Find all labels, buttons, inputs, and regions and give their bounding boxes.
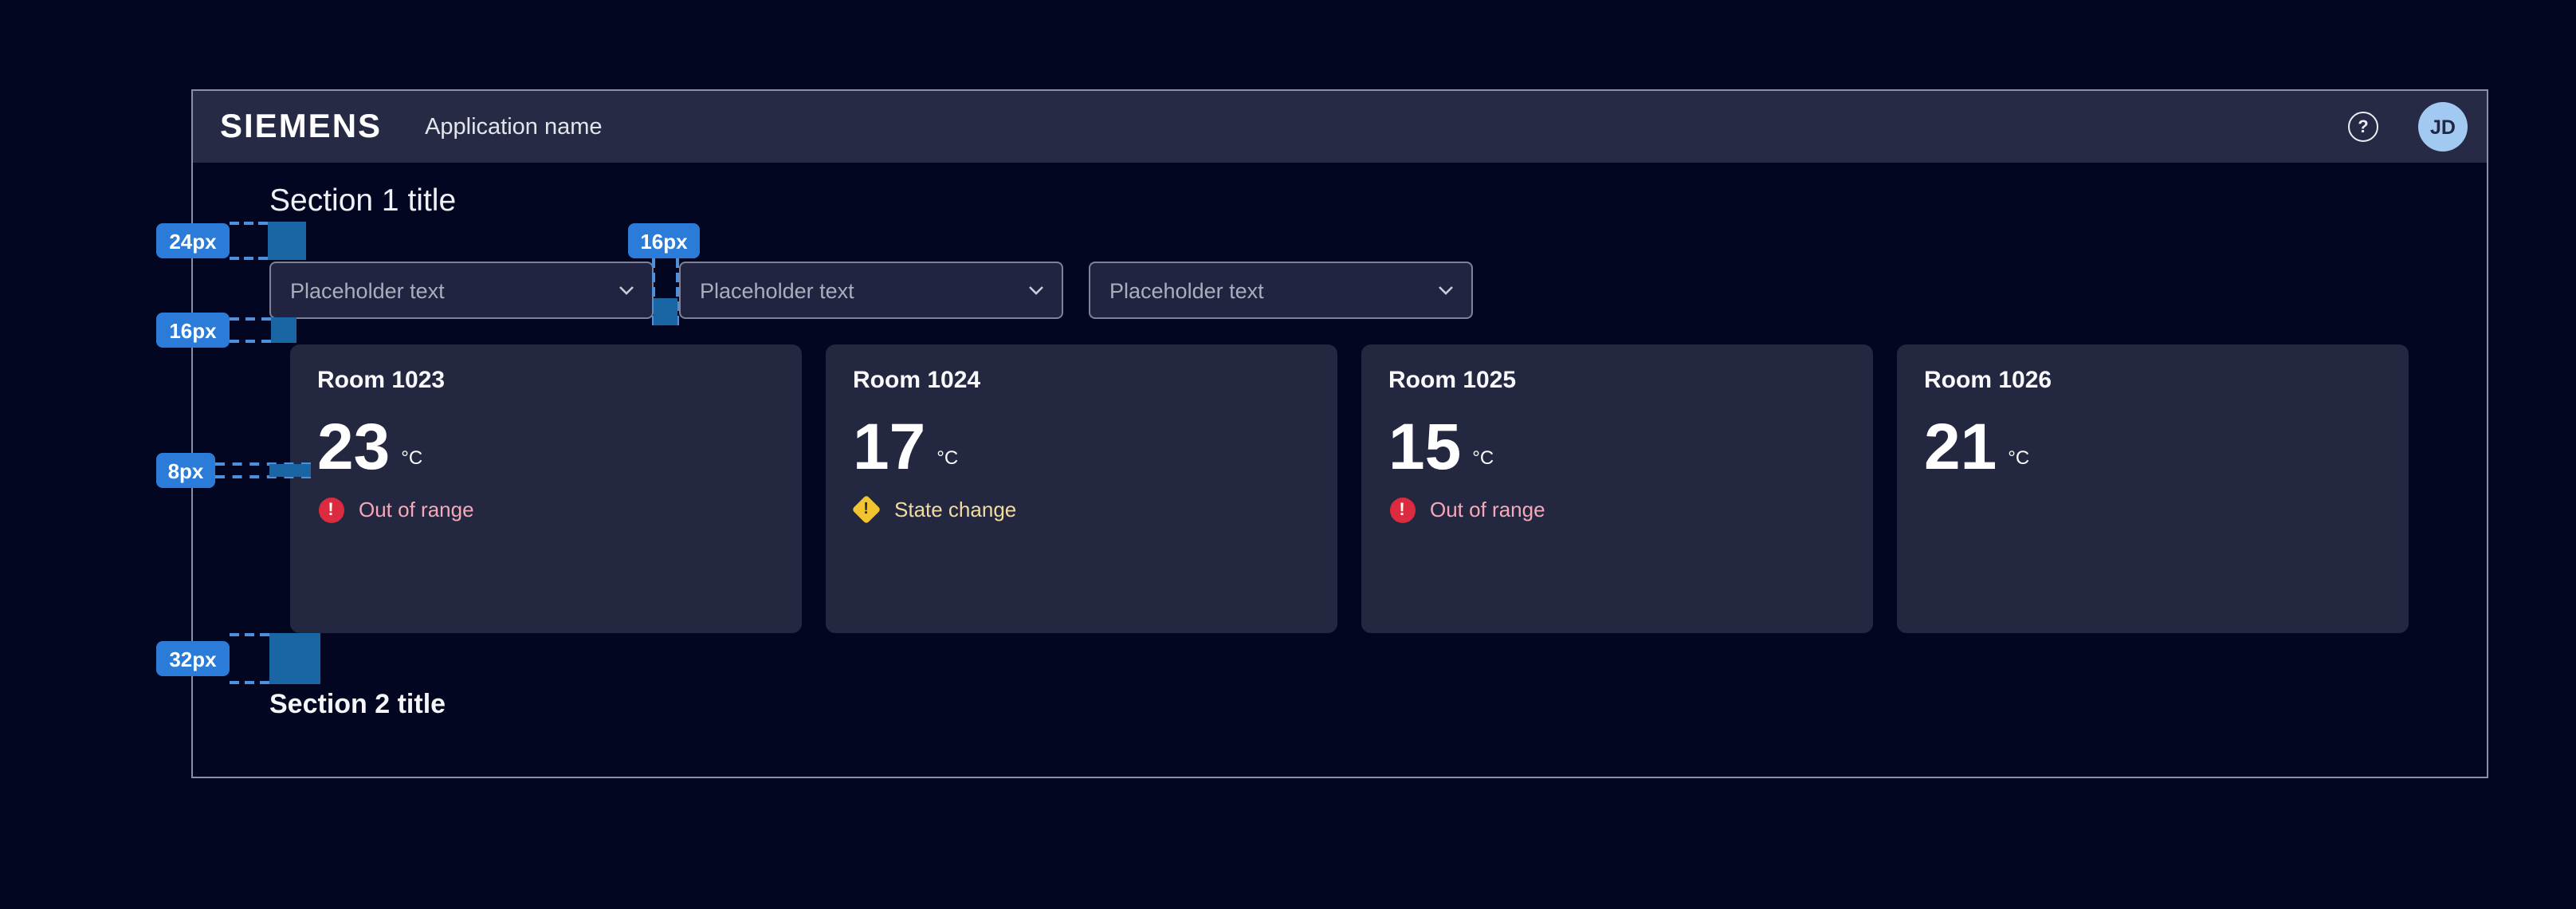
temperature-value: 21 [1924,424,1997,470]
status-label: State change [894,498,1016,521]
status-label: Out of range [1430,498,1545,521]
temperature-unit: °C [401,447,422,470]
spacing-indicator-24px [268,222,306,260]
help-icon[interactable]: ? [2348,112,2378,142]
app-title: Application name [425,114,603,140]
room-card[interactable]: Room 1024 17 °C ! State change [826,344,1337,633]
status-label: Out of range [359,498,474,521]
chevron-down-icon [1028,285,1044,295]
spacing-indicator-16px [271,317,296,343]
page: SIEMENS Application name ? JD Section 1 … [0,0,2576,909]
spacing-badge-8px: 8px [156,453,215,488]
room-name: Room 1026 [1924,367,2382,394]
section-2-title: Section 2 title [269,687,446,722]
warning-icon: ! [853,496,880,523]
status-row: ! Out of range [317,496,775,523]
spacing-indicator-32px [269,633,320,684]
spacing-indicator-8px [269,464,311,477]
spacing-badge-32px: 32px [156,641,230,676]
temperature-unit: °C [1472,447,1494,470]
temperature-reading: 15 °C [1388,424,1846,470]
chevron-down-icon [618,285,634,295]
status-row: ! State change [853,496,1310,523]
spacing-indicator-16px [654,298,677,325]
temperature-value: 23 [317,424,390,470]
room-name: Room 1025 [1388,367,1846,394]
avatar-initials: JD [2430,116,2456,138]
temperature-reading: 17 °C [853,424,1310,470]
temperature-value: 17 [853,424,925,470]
temperature-unit: °C [937,447,958,470]
status-row: ! Out of range [1388,496,1846,523]
filter-dropdown-3[interactable]: Placeholder text [1089,262,1473,319]
dropdown-placeholder: Placeholder text [1109,278,1264,302]
user-avatar[interactable]: JD [2418,102,2468,152]
help-glyph: ? [2358,117,2368,136]
room-name: Room 1024 [853,367,1310,394]
siemens-logo: SIEMENS [220,108,382,146]
temperature-reading: 23 °C [317,424,775,470]
room-name: Room 1023 [317,367,775,394]
temperature-reading: 21 °C [1924,424,2382,470]
spacing-badge-16px: 16px [628,223,700,258]
spacing-connector [230,222,268,260]
app-panel: SIEMENS Application name ? JD Section 1 … [191,89,2488,778]
spacing-badge-24px: 24px [156,223,230,258]
filter-dropdown-1[interactable]: Placeholder text [269,262,654,319]
section-1-title: Section 1 title [269,179,456,223]
app-header: SIEMENS Application name ? JD [193,91,2487,163]
temperature-unit: °C [2008,447,2029,470]
error-icon: ! [1388,496,1416,523]
filter-row: Placeholder text Placeholder text Placeh… [269,262,1473,319]
spacing-connector [230,633,269,684]
filter-dropdown-2[interactable]: Placeholder text [679,262,1063,319]
dropdown-placeholder: Placeholder text [700,278,854,302]
room-card[interactable]: Room 1026 21 °C [1897,344,2409,633]
dropdown-placeholder: Placeholder text [290,278,445,302]
error-icon: ! [317,496,344,523]
spacing-connector [230,317,271,343]
spacing-badge-16px: 16px [156,313,230,348]
room-card[interactable]: Room 1025 15 °C ! Out of range [1361,344,1873,633]
temperature-value: 15 [1388,424,1461,470]
room-card-grid: Room 1023 23 °C ! Out of range Room 1024… [290,344,2409,633]
chevron-down-icon [1438,285,1454,295]
room-card[interactable]: Room 1023 23 °C ! Out of range [290,344,802,633]
